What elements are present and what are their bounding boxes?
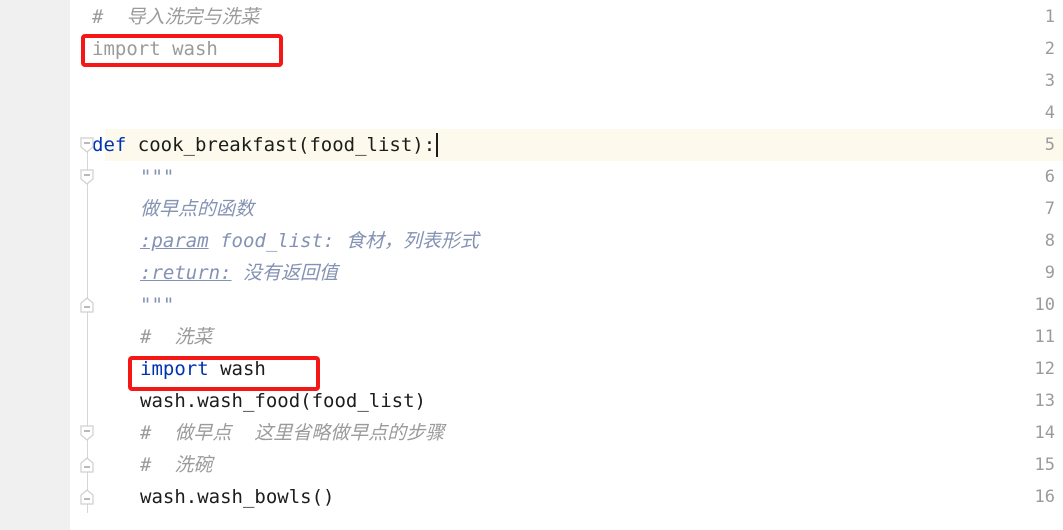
annotation-strip[interactable] [0, 0, 7, 530]
text-caret [435, 133, 438, 157]
code-token: 做早点的函数 [140, 198, 255, 220]
fold-expanded-end-icon[interactable] [78, 296, 96, 314]
code-token: 没有返回值 [231, 262, 338, 284]
code-line[interactable]: wash.wash_bowls() [140, 481, 334, 513]
code-token: """ [140, 294, 175, 316]
fold-expanded-start-icon[interactable] [78, 168, 96, 186]
annotation-highlight-box [81, 34, 283, 67]
code-token: def [92, 134, 127, 156]
code-token: # 导入洗完与洗菜 [92, 6, 260, 28]
code-line[interactable]: """ [140, 161, 174, 193]
annotation-highlight-box [128, 356, 320, 391]
code-line[interactable]: """ [140, 289, 174, 321]
code-token: # 洗菜 [140, 326, 213, 348]
code-token: wash.wash_bowls() [140, 486, 335, 508]
code-token: # 洗碗 [140, 454, 213, 476]
code-token: :param [140, 230, 209, 252]
code-token: wash.wash_food(food_list) [140, 390, 426, 412]
code-line[interactable]: def cook_breakfast(food_list): [92, 129, 435, 161]
code-line[interactable]: # 做早点 这里省略做早点的步骤 [140, 417, 444, 449]
code-line[interactable]: :param food_list: 食材，列表形式 [140, 225, 479, 257]
code-token: cook_breakfast(food_list): [126, 134, 436, 156]
line-number-gutter[interactable] [7, 0, 70, 530]
code-line[interactable]: :return: 没有返回值 [140, 257, 338, 289]
code-line[interactable]: 做早点的函数 [140, 193, 254, 225]
code-line[interactable]: # 洗菜 [140, 321, 212, 353]
fold-expanded-end-icon[interactable] [78, 488, 96, 506]
code-line[interactable]: # 洗碗 [140, 449, 212, 481]
code-token: """ [140, 166, 175, 188]
fold-expanded-start-icon[interactable] [78, 136, 96, 154]
code-token: food_list: [208, 230, 335, 252]
code-line[interactable]: # 导入洗完与洗菜 [92, 1, 259, 33]
code-token: # 做早点 这里省略做早点的步骤 [140, 422, 445, 444]
code-editor[interactable]: 1 2 3 4 5 6 7 8 9 10 11 12 13 14 15 16 # 导入洗完与洗菜 import w… [0, 0, 1063, 530]
fold-expanded-end-icon[interactable] [78, 456, 96, 474]
fold-expanded-start-icon[interactable] [78, 424, 96, 442]
code-token: 食材，列表形式 [334, 230, 479, 252]
code-token: :return: [140, 262, 232, 284]
